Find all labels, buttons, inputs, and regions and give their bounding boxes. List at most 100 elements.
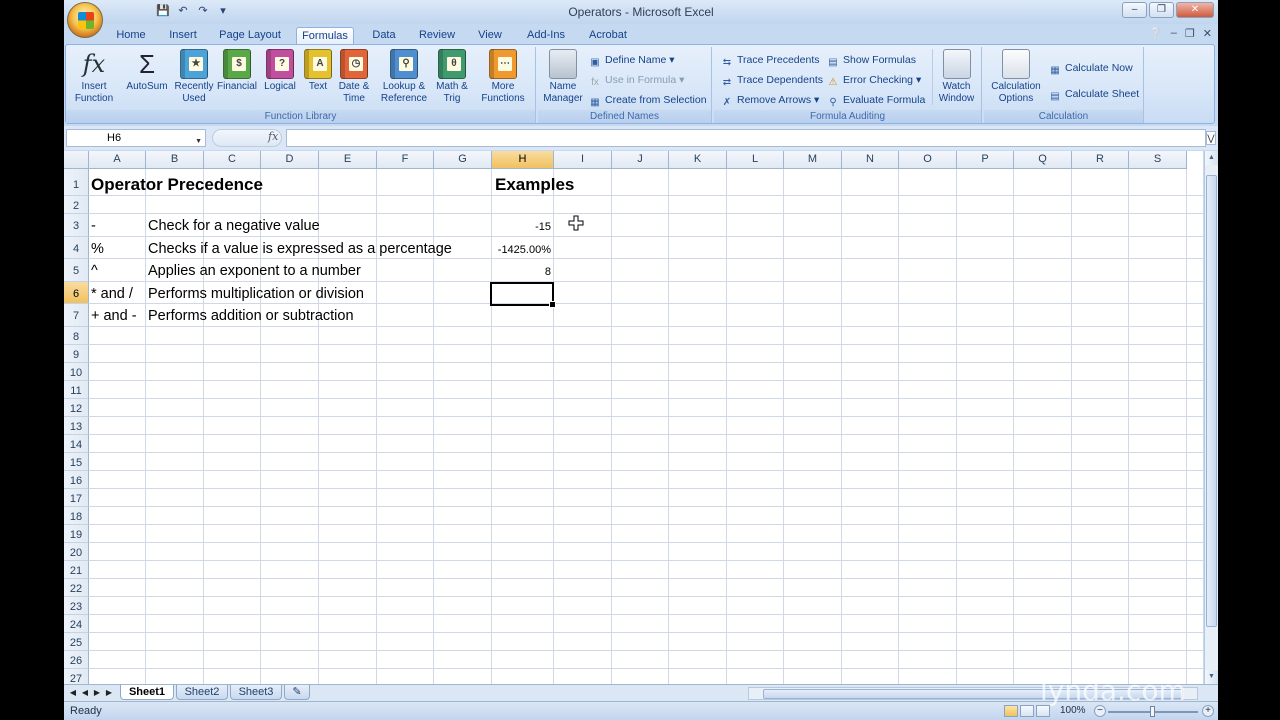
workbook-close-icon[interactable]: ✕: [1203, 27, 1212, 40]
trace-precedents-button[interactable]: ⇆ Trace Precedents: [720, 53, 820, 69]
insert-function-button[interactable]: fx Insert Function: [70, 49, 118, 105]
error-checking-button[interactable]: ⚠ Error Checking ▾: [826, 73, 922, 89]
row-header-26[interactable]: 26: [64, 650, 89, 669]
minimize-icon[interactable]: –: [1122, 2, 1147, 18]
name-box[interactable]: H6 ▼: [66, 129, 206, 147]
row-header-14[interactable]: 14: [64, 434, 89, 453]
evaluate-formula-button[interactable]: ⚲ Evaluate Formula: [826, 93, 925, 109]
cell-b4[interactable]: Checks if a value is expressed as a perc…: [148, 241, 452, 257]
vertical-scroll-thumb[interactable]: [1206, 175, 1217, 627]
row-header-13[interactable]: 13: [64, 416, 89, 435]
row-header-19[interactable]: 19: [64, 524, 89, 543]
column-header-i[interactable]: I: [554, 151, 612, 169]
row-header-4[interactable]: 4: [64, 236, 89, 259]
column-header-q[interactable]: Q: [1014, 151, 1072, 169]
cell-a4[interactable]: %: [91, 241, 104, 257]
text-button[interactable]: A Text: [300, 49, 336, 93]
row-header-24[interactable]: 24: [64, 614, 89, 633]
row-header-25[interactable]: 25: [64, 632, 89, 651]
row-header-27[interactable]: 27: [64, 668, 89, 684]
cell-a7[interactable]: + and -: [91, 308, 137, 324]
row-header-22[interactable]: 22: [64, 578, 89, 597]
scroll-up-icon[interactable]: ▲: [1205, 151, 1218, 165]
calculate-now-button[interactable]: ▦ Calculate Now: [1048, 61, 1132, 77]
column-header-o[interactable]: O: [899, 151, 957, 169]
column-header-n[interactable]: N: [842, 151, 899, 169]
tab-insert[interactable]: Insert: [162, 27, 204, 45]
row-header-7[interactable]: 7: [64, 304, 89, 327]
cell-h5[interactable]: 8: [492, 266, 551, 278]
zoom-in-icon[interactable]: +: [1202, 705, 1214, 717]
column-header-b[interactable]: B: [146, 151, 204, 169]
define-name-button[interactable]: ▣ Define Name ▾: [588, 53, 674, 69]
row-header-5[interactable]: 5: [64, 259, 89, 282]
cell-h4[interactable]: -1425.00%: [489, 244, 551, 256]
column-header-l[interactable]: L: [727, 151, 784, 169]
column-header-c[interactable]: C: [204, 151, 261, 169]
column-header-h[interactable]: H: [492, 151, 554, 169]
prev-sheet-icon[interactable]: ◀: [80, 687, 90, 699]
row-header-3[interactable]: 3: [64, 214, 89, 237]
sheet-tab-sheet1[interactable]: Sheet1: [120, 685, 174, 700]
cell-a6[interactable]: * and /: [91, 286, 133, 302]
column-header-k[interactable]: K: [669, 151, 727, 169]
cell-h3[interactable]: -15: [492, 221, 551, 233]
column-header-f[interactable]: F: [377, 151, 434, 169]
row-header-10[interactable]: 10: [64, 362, 89, 381]
column-header-s[interactable]: S: [1129, 151, 1187, 169]
row-header-18[interactable]: 18: [64, 506, 89, 525]
row-header-12[interactable]: 12: [64, 398, 89, 417]
last-sheet-icon[interactable]: ▶: [104, 687, 114, 699]
worksheet-grid[interactable]: ABCDEFGHIJKLMNOPQRS 1 2 3 4 5 6 7 8 9 10 11 12 13 14 1…: [64, 151, 1203, 684]
row-header-11[interactable]: 11: [64, 380, 89, 399]
scroll-down-icon[interactable]: ▼: [1205, 670, 1218, 684]
name-manager-button[interactable]: Name Manager: [540, 49, 586, 105]
column-header-a[interactable]: A: [89, 151, 146, 169]
cell-a1[interactable]: Operator Precedence: [91, 175, 263, 195]
ribbon-minimize-icon[interactable]: –: [1171, 27, 1177, 40]
create-from-selection-button[interactable]: ▦ Create from Selection: [588, 93, 706, 109]
recently-used-button[interactable]: ★ Recently Used: [172, 49, 216, 105]
first-sheet-icon[interactable]: ◀: [68, 687, 78, 699]
column-header-e[interactable]: E: [319, 151, 377, 169]
financial-button[interactable]: $ Financial: [214, 49, 260, 93]
tab-home[interactable]: Home: [110, 27, 152, 45]
restore-icon[interactable]: ❐: [1149, 2, 1174, 18]
cell-a5[interactable]: ^: [91, 263, 98, 279]
row-header-23[interactable]: 23: [64, 596, 89, 615]
tab-view[interactable]: View: [470, 27, 510, 45]
row-header-16[interactable]: 16: [64, 470, 89, 489]
trace-dependents-button[interactable]: ⇄ Trace Dependents: [720, 73, 823, 89]
cell-h1[interactable]: Examples: [495, 175, 574, 195]
name-box-dropdown-icon[interactable]: ▼: [195, 134, 202, 150]
calculation-options-button[interactable]: Calculation Options: [986, 49, 1046, 105]
lookup-reference-button[interactable]: ⚲ Lookup & Reference: [376, 49, 432, 105]
row-header-9[interactable]: 9: [64, 344, 89, 363]
column-header-m[interactable]: M: [784, 151, 842, 169]
next-sheet-icon[interactable]: ▶: [92, 687, 102, 699]
watch-window-button[interactable]: Watch Window: [932, 49, 980, 105]
row-header-17[interactable]: 17: [64, 488, 89, 507]
cell-b7[interactable]: Performs addition or subtraction: [148, 308, 354, 324]
show-formulas-button[interactable]: ▤ Show Formulas: [826, 53, 916, 69]
insert-function-icon[interactable]: fx: [268, 130, 278, 143]
close-icon[interactable]: ✕: [1176, 2, 1214, 18]
tab-data[interactable]: Data: [364, 27, 404, 45]
cell-b5[interactable]: Applies an exponent to a number: [148, 263, 361, 279]
autosum-button[interactable]: Σ AutoSum: [122, 49, 172, 93]
sheet-tab-sheet2[interactable]: Sheet2: [176, 685, 228, 700]
ribbon-restore-icon[interactable]: ❐: [1185, 27, 1195, 40]
vertical-scrollbar[interactable]: ▲ ▼: [1204, 151, 1218, 684]
column-header-p[interactable]: P: [957, 151, 1014, 169]
column-header-r[interactable]: R: [1072, 151, 1129, 169]
help-icon[interactable]: ❔: [1149, 27, 1163, 40]
page-layout-view-icon[interactable]: [1020, 705, 1034, 717]
row-header-21[interactable]: 21: [64, 560, 89, 579]
office-button[interactable]: [67, 2, 103, 38]
column-header-j[interactable]: J: [612, 151, 669, 169]
row-header-6[interactable]: 6: [64, 281, 89, 304]
math-trig-button[interactable]: θ Math & Trig: [432, 49, 472, 105]
expand-formula-bar-icon[interactable]: ⋁: [1206, 131, 1216, 145]
cell-a3[interactable]: -: [91, 218, 96, 234]
row-header-1[interactable]: 1: [64, 169, 89, 196]
